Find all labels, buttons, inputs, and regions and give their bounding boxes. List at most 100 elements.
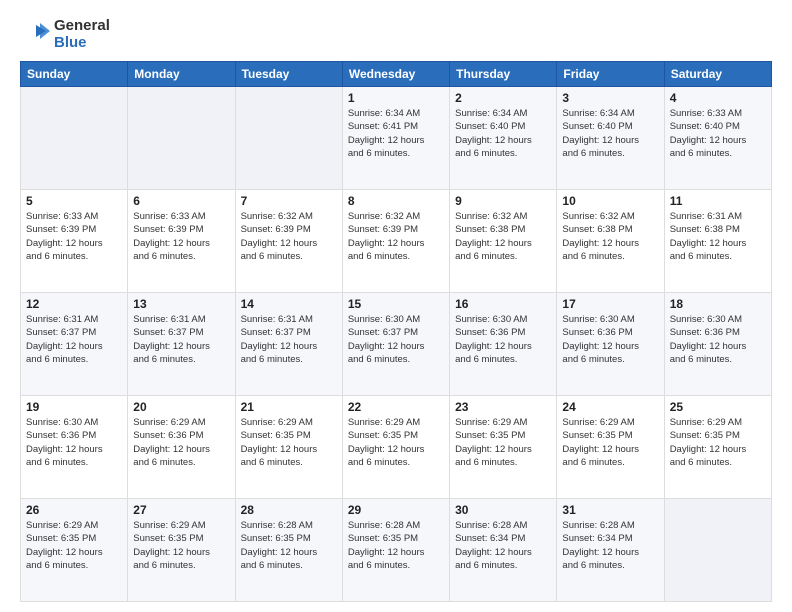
day-info: Sunrise: 6:32 AMSunset: 6:38 PMDaylight:… — [455, 210, 551, 263]
day-info: Sunrise: 6:33 AMSunset: 6:40 PMDaylight:… — [670, 107, 766, 160]
weekday-header-thursday: Thursday — [450, 62, 557, 87]
day-info: Sunrise: 6:34 AMSunset: 6:40 PMDaylight:… — [455, 107, 551, 160]
day-number: 24 — [562, 400, 658, 414]
logo: General Blue — [20, 18, 110, 51]
day-cell-29: 29 Sunrise: 6:28 AMSunset: 6:35 PMDayligh… — [342, 499, 449, 602]
week-row-4: 19 Sunrise: 6:30 AMSunset: 6:36 PMDayligh… — [21, 396, 772, 499]
day-info: Sunrise: 6:30 AMSunset: 6:36 PMDaylight:… — [562, 313, 658, 366]
day-number: 20 — [133, 400, 229, 414]
day-cell-1: 1Sunrise: 6:34 AMSunset: 6:41 PMDaylight… — [342, 87, 449, 190]
day-info: Sunrise: 6:31 AMSunset: 6:37 PMDaylight:… — [133, 313, 229, 366]
day-info: Sunrise: 6:28 AMSunset: 6:35 PMDaylight:… — [241, 519, 337, 572]
day-info: Sunrise: 6:32 AMSunset: 6:38 PMDaylight:… — [562, 210, 658, 263]
empty-cell — [664, 499, 771, 602]
week-row-3: 12 Sunrise: 6:31 AMSunset: 6:37 PMDayligh… — [21, 293, 772, 396]
day-number: 29 — [348, 503, 444, 517]
day-cell-31: 31 Sunrise: 6:28 AMSunset: 6:34 PMDayligh… — [557, 499, 664, 602]
day-cell-14: 14 Sunrise: 6:31 AMSunset: 6:37 PMDayligh… — [235, 293, 342, 396]
day-number: 2 — [455, 91, 551, 105]
day-info: Sunrise: 6:31 AMSunset: 6:37 PMDaylight:… — [26, 313, 122, 366]
day-cell-26: 26 Sunrise: 6:29 AMSunset: 6:35 PMDayligh… — [21, 499, 128, 602]
day-info: Sunrise: 6:30 AMSunset: 6:36 PMDaylight:… — [670, 313, 766, 366]
day-info: Sunrise: 6:28 AMSunset: 6:34 PMDaylight:… — [562, 519, 658, 572]
day-number: 14 — [241, 297, 337, 311]
day-info: Sunrise: 6:33 AMSunset: 6:39 PMDaylight:… — [133, 210, 229, 263]
logo-blue: Blue — [54, 35, 110, 52]
day-cell-8: 8 Sunrise: 6:32 AMSunset: 6:39 PMDaylight… — [342, 190, 449, 293]
day-number: 8 — [348, 194, 444, 208]
day-cell-30: 30Sunrise: 6:28 AMSunset: 6:34 PMDayligh… — [450, 499, 557, 602]
logo-bird-icon — [20, 19, 52, 51]
day-number: 31 — [562, 503, 658, 517]
day-info: Sunrise: 6:29 AMSunset: 6:35 PMDaylight:… — [133, 519, 229, 572]
day-cell-19: 19 Sunrise: 6:30 AMSunset: 6:36 PMDayligh… — [21, 396, 128, 499]
day-info: Sunrise: 6:29 AMSunset: 6:36 PMDaylight:… — [133, 416, 229, 469]
weekday-header-monday: Monday — [128, 62, 235, 87]
day-cell-6: 6 Sunrise: 6:33 AMSunset: 6:39 PMDaylight… — [128, 190, 235, 293]
day-number: 21 — [241, 400, 337, 414]
day-info: Sunrise: 6:34 AMSunset: 6:41 PMDaylight:… — [348, 107, 444, 160]
week-row-2: 5 Sunrise: 6:33 AMSunset: 6:39 PMDaylight… — [21, 190, 772, 293]
day-number: 7 — [241, 194, 337, 208]
week-row-5: 26 Sunrise: 6:29 AMSunset: 6:35 PMDayligh… — [21, 499, 772, 602]
calendar-page: General Blue SundayMondayTuesdayWednesda… — [0, 0, 792, 612]
calendar-table: SundayMondayTuesdayWednesdayThursdayFrid… — [20, 61, 772, 602]
day-cell-24: 24 Sunrise: 6:29 AMSunset: 6:35 PMDayligh… — [557, 396, 664, 499]
day-info: Sunrise: 6:31 AMSunset: 6:37 PMDaylight:… — [241, 313, 337, 366]
day-info: Sunrise: 6:29 AMSunset: 6:35 PMDaylight:… — [26, 519, 122, 572]
day-number: 16 — [455, 297, 551, 311]
day-info: Sunrise: 6:29 AMSunset: 6:35 PMDaylight:… — [562, 416, 658, 469]
day-cell-23: 23 Sunrise: 6:29 AMSunset: 6:35 PMDayligh… — [450, 396, 557, 499]
day-cell-27: 27 Sunrise: 6:29 AMSunset: 6:35 PMDayligh… — [128, 499, 235, 602]
day-number: 9 — [455, 194, 551, 208]
day-cell-25: 25Sunrise: 6:29 AMSunset: 6:35 PMDayligh… — [664, 396, 771, 499]
day-number: 15 — [348, 297, 444, 311]
day-cell-28: 28Sunrise: 6:28 AMSunset: 6:35 PMDayligh… — [235, 499, 342, 602]
day-info: Sunrise: 6:30 AMSunset: 6:36 PMDaylight:… — [455, 313, 551, 366]
day-number: 18 — [670, 297, 766, 311]
page-header: General Blue — [20, 18, 772, 51]
day-info: Sunrise: 6:31 AMSunset: 6:38 PMDaylight:… — [670, 210, 766, 263]
day-cell-5: 5Sunrise: 6:33 AMSunset: 6:39 PMDaylight… — [21, 190, 128, 293]
weekday-header-tuesday: Tuesday — [235, 62, 342, 87]
day-info: Sunrise: 6:29 AMSunset: 6:35 PMDaylight:… — [455, 416, 551, 469]
day-number: 12 — [26, 297, 122, 311]
logo-general: General — [54, 18, 110, 35]
day-info: Sunrise: 6:28 AMSunset: 6:35 PMDaylight:… — [348, 519, 444, 572]
day-info: Sunrise: 6:30 AMSunset: 6:36 PMDaylight:… — [26, 416, 122, 469]
day-cell-18: 18 Sunrise: 6:30 AMSunset: 6:36 PMDayligh… — [664, 293, 771, 396]
empty-cell — [21, 87, 128, 190]
day-number: 27 — [133, 503, 229, 517]
day-number: 5 — [26, 194, 122, 208]
day-number: 22 — [348, 400, 444, 414]
day-cell-2: 2 Sunrise: 6:34 AMSunset: 6:40 PMDaylight… — [450, 87, 557, 190]
day-info: Sunrise: 6:34 AMSunset: 6:40 PMDaylight:… — [562, 107, 658, 160]
day-cell-10: 10 Sunrise: 6:32 AMSunset: 6:38 PMDayligh… — [557, 190, 664, 293]
day-info: Sunrise: 6:28 AMSunset: 6:34 PMDaylight:… — [455, 519, 551, 572]
day-number: 6 — [133, 194, 229, 208]
day-info: Sunrise: 6:29 AMSunset: 6:35 PMDaylight:… — [348, 416, 444, 469]
day-cell-9: 9 Sunrise: 6:32 AMSunset: 6:38 PMDaylight… — [450, 190, 557, 293]
weekday-header-friday: Friday — [557, 62, 664, 87]
day-number: 23 — [455, 400, 551, 414]
day-cell-11: 11Sunrise: 6:31 AMSunset: 6:38 PMDayligh… — [664, 190, 771, 293]
day-number: 4 — [670, 91, 766, 105]
day-number: 19 — [26, 400, 122, 414]
day-info: Sunrise: 6:32 AMSunset: 6:39 PMDaylight:… — [241, 210, 337, 263]
day-number: 26 — [26, 503, 122, 517]
day-cell-21: 21 Sunrise: 6:29 AMSunset: 6:35 PMDayligh… — [235, 396, 342, 499]
day-cell-17: 17Sunrise: 6:30 AMSunset: 6:36 PMDayligh… — [557, 293, 664, 396]
day-cell-16: 16 Sunrise: 6:30 AMSunset: 6:36 PMDayligh… — [450, 293, 557, 396]
day-cell-4: 4 Sunrise: 6:33 AMSunset: 6:40 PMDaylight… — [664, 87, 771, 190]
weekday-header-sunday: Sunday — [21, 62, 128, 87]
weekday-header-wednesday: Wednesday — [342, 62, 449, 87]
day-number: 25 — [670, 400, 766, 414]
day-cell-13: 13Sunrise: 6:31 AMSunset: 6:37 PMDayligh… — [128, 293, 235, 396]
day-info: Sunrise: 6:29 AMSunset: 6:35 PMDaylight:… — [241, 416, 337, 469]
weekday-header-saturday: Saturday — [664, 62, 771, 87]
day-cell-3: 3Sunrise: 6:34 AMSunset: 6:40 PMDaylight… — [557, 87, 664, 190]
day-cell-7: 7 Sunrise: 6:32 AMSunset: 6:39 PMDaylight… — [235, 190, 342, 293]
day-info: Sunrise: 6:32 AMSunset: 6:39 PMDaylight:… — [348, 210, 444, 263]
empty-cell — [235, 87, 342, 190]
day-number: 10 — [562, 194, 658, 208]
